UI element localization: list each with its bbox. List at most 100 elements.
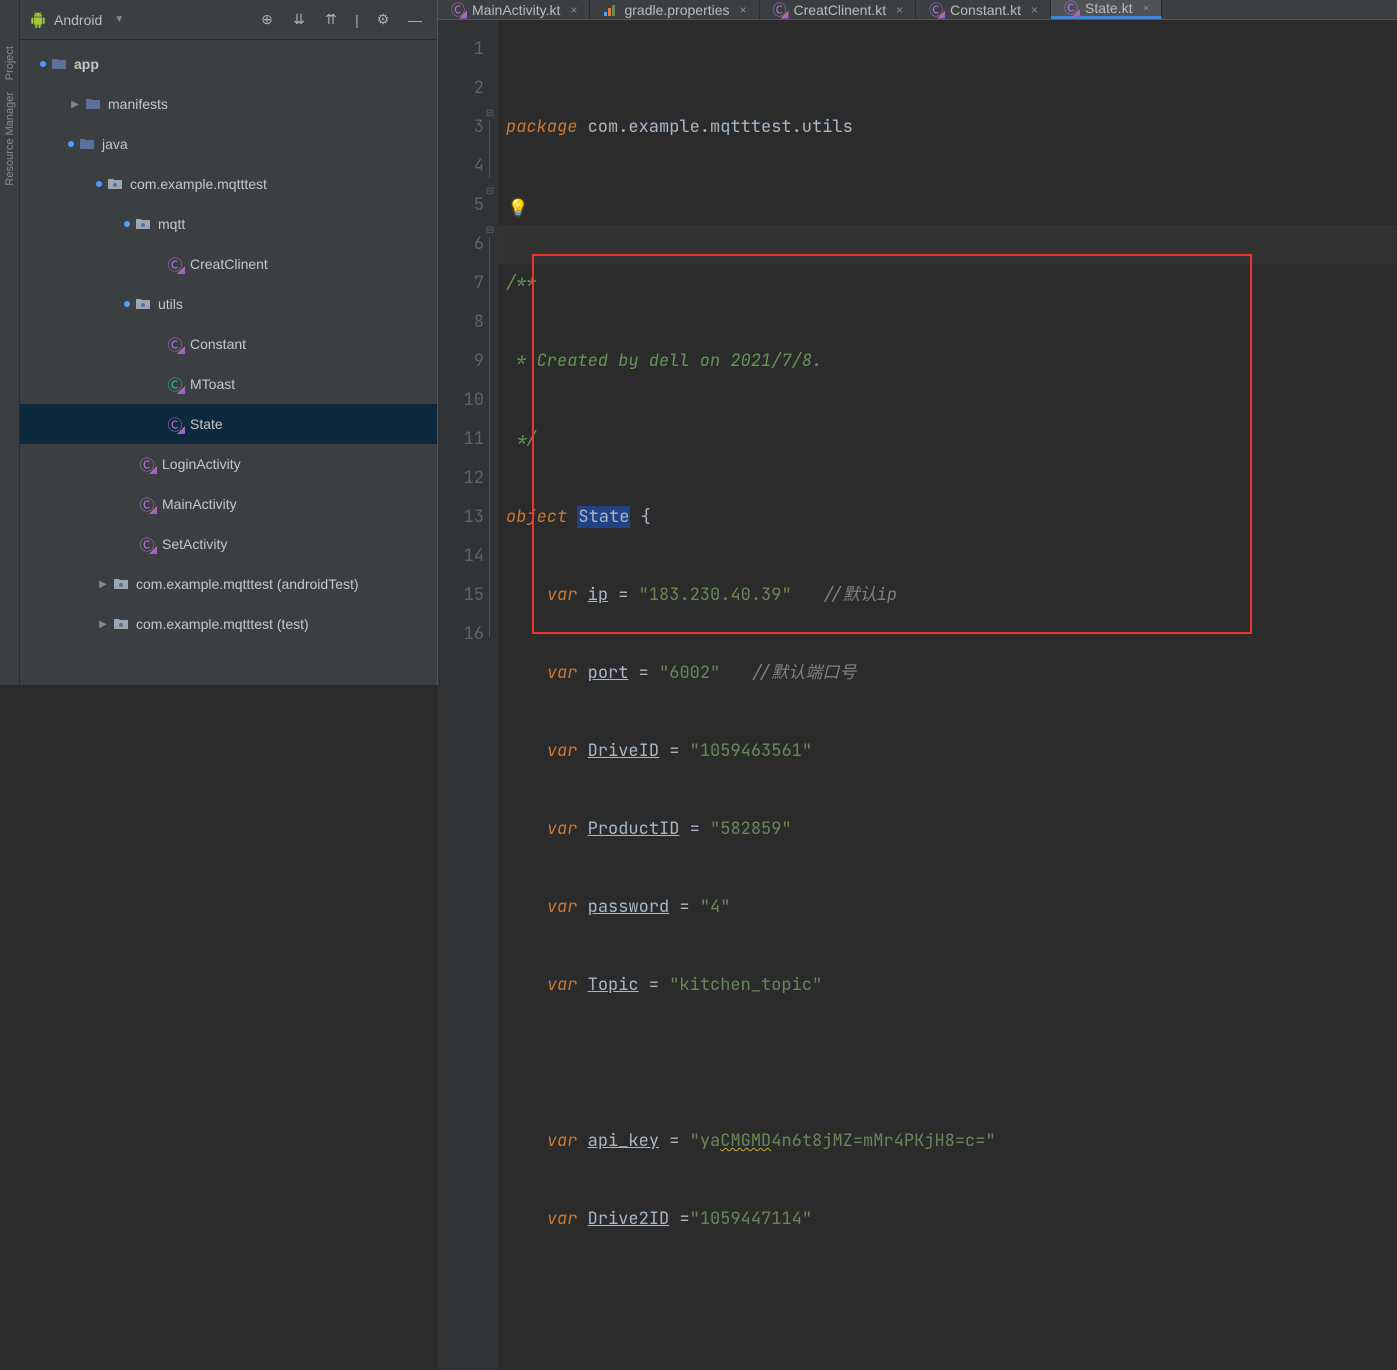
- package-icon: [106, 175, 124, 193]
- android-icon: [30, 12, 46, 28]
- close-icon[interactable]: ×: [1031, 3, 1038, 17]
- line-number: 8: [438, 303, 484, 342]
- node-label: State: [190, 416, 223, 432]
- node-label: Constant: [190, 336, 246, 352]
- line-number: 11: [438, 420, 484, 459]
- project-panel: Android ▼ ⊕ ⇊ ⇈ | ⚙ — app ▶ manifests: [20, 0, 438, 685]
- tree-node-mqtt[interactable]: mqtt: [20, 204, 437, 244]
- tree-node-java[interactable]: java: [20, 124, 437, 164]
- node-label: MToast: [190, 376, 235, 392]
- tab-label: MainActivity.kt: [472, 2, 560, 18]
- properties-file-icon: [602, 2, 618, 18]
- line-number: 14: [438, 537, 484, 576]
- tree-node-utils[interactable]: utils: [20, 284, 437, 324]
- expand-all-icon[interactable]: ⇊: [287, 8, 311, 32]
- kotlin-file-icon: Ⓒ: [928, 2, 944, 18]
- tab-creatclinent[interactable]: Ⓒ CreatClinent.kt ×: [760, 0, 917, 19]
- editor-tabs: Ⓒ MainActivity.kt × gradle.properties × …: [438, 0, 1397, 20]
- kotlin-class-icon: Ⓒ: [138, 535, 156, 553]
- left-tool-rail: Project Resource Manager: [0, 0, 20, 685]
- line-number: 4: [438, 147, 484, 186]
- select-opened-file-icon[interactable]: ⊕: [255, 8, 279, 32]
- node-label: manifests: [108, 96, 168, 112]
- tree-node-mainactivity[interactable]: Ⓒ MainActivity: [20, 484, 437, 524]
- node-label: mqtt: [158, 216, 185, 232]
- line-number: 15: [438, 576, 484, 615]
- node-label: utils: [158, 296, 183, 312]
- tree-node-mtoast[interactable]: Ⓒ MToast: [20, 364, 437, 404]
- gear-icon[interactable]: ⚙: [371, 8, 395, 32]
- line-number: 7: [438, 264, 484, 303]
- folder-icon: [84, 95, 102, 113]
- tab-label: CreatClinent.kt: [794, 2, 887, 18]
- vcs-dot-icon: [68, 141, 74, 147]
- rail-tab-resource-manager[interactable]: Resource Manager: [2, 86, 18, 192]
- line-number: 9: [438, 342, 484, 381]
- close-icon[interactable]: ×: [570, 3, 577, 17]
- line-number: 1: [438, 30, 484, 69]
- tree-node-manifests[interactable]: ▶ manifests: [20, 84, 437, 124]
- kotlin-class-icon: Ⓒ: [166, 255, 184, 273]
- tree-node-constant[interactable]: Ⓒ Constant: [20, 324, 437, 364]
- kotlin-file-icon: Ⓒ: [1063, 0, 1079, 16]
- tab-state[interactable]: Ⓒ State.kt ×: [1051, 0, 1162, 19]
- kotlin-class-icon: Ⓒ: [166, 375, 184, 393]
- package-icon: [134, 215, 152, 233]
- close-icon[interactable]: ×: [896, 3, 903, 17]
- tree-node-setactivity[interactable]: Ⓒ SetActivity: [20, 524, 437, 564]
- project-tree: app ▶ manifests java com.example.mqtttes…: [20, 40, 437, 685]
- chevron-right-icon: ▶: [96, 577, 110, 591]
- tab-label: gradle.properties: [624, 2, 729, 18]
- line-number: 16: [438, 615, 484, 654]
- vcs-dot-icon: [96, 181, 102, 187]
- rail-tab-project[interactable]: Project: [2, 40, 18, 86]
- vcs-dot-icon: [124, 221, 130, 227]
- tree-node-creatclinent[interactable]: Ⓒ CreatClinent: [20, 244, 437, 284]
- line-number: 13: [438, 498, 484, 537]
- package-icon: [134, 295, 152, 313]
- node-label: SetActivity: [162, 536, 227, 552]
- tree-node-app[interactable]: app: [20, 44, 437, 84]
- tree-node-pkg-main[interactable]: com.example.mqtttest: [20, 164, 437, 204]
- close-icon[interactable]: ×: [1142, 1, 1149, 15]
- kotlin-class-icon: Ⓒ: [166, 415, 184, 433]
- collapse-all-icon[interactable]: ⇈: [319, 8, 343, 32]
- kotlin-file-icon: Ⓒ: [772, 2, 788, 18]
- tab-gradle-properties[interactable]: gradle.properties ×: [590, 0, 759, 19]
- line-number: 12: [438, 459, 484, 498]
- line-number: 10: [438, 381, 484, 420]
- tree-node-pkg-androidtest[interactable]: ▶ com.example.mqtttest (androidTest): [20, 564, 437, 604]
- fold-icon[interactable]: ⊟: [484, 106, 496, 118]
- vcs-dot-icon: [40, 61, 46, 67]
- editor-area: Ⓒ MainActivity.kt × gradle.properties × …: [438, 0, 1397, 685]
- node-label: LoginActivity: [162, 456, 241, 472]
- code-editor[interactable]: 1 2 3 4 5 6 7 8 9 10 11 12 13 14 15 16 ⊟…: [438, 20, 1397, 1370]
- tree-node-loginactivity[interactable]: Ⓒ LoginActivity: [20, 444, 437, 484]
- line-number: 6: [438, 225, 484, 264]
- fold-icon[interactable]: ⊟: [484, 223, 496, 235]
- line-gutter: 1 2 3 4 5 6 7 8 9 10 11 12 13 14 15 16 ⊟…: [438, 20, 498, 1370]
- chevron-down-icon[interactable]: ▼: [114, 14, 124, 25]
- line-number: 2: [438, 69, 484, 108]
- close-icon[interactable]: ×: [740, 3, 747, 17]
- tab-label: State.kt: [1085, 0, 1132, 16]
- folder-icon: [78, 135, 96, 153]
- code-content[interactable]: package com.example.mqtttest.utils /** *…: [498, 20, 1397, 1370]
- chevron-right-icon: ▶: [68, 97, 82, 111]
- tree-node-pkg-test[interactable]: ▶ com.example.mqtttest (test): [20, 604, 437, 644]
- hide-panel-icon[interactable]: —: [403, 8, 427, 32]
- fold-end-icon: ⊟: [484, 184, 496, 196]
- tree-node-state[interactable]: Ⓒ State: [20, 404, 437, 444]
- node-label: java: [102, 136, 128, 152]
- kotlin-class-icon: Ⓒ: [166, 335, 184, 353]
- tab-constant[interactable]: Ⓒ Constant.kt ×: [916, 0, 1051, 19]
- node-label: com.example.mqtttest (androidTest): [136, 576, 359, 592]
- tab-mainactivity[interactable]: Ⓒ MainActivity.kt ×: [438, 0, 590, 19]
- kotlin-class-icon: Ⓒ: [138, 495, 156, 513]
- module-icon: [50, 55, 68, 73]
- project-panel-header: Android ▼ ⊕ ⇊ ⇈ | ⚙ —: [20, 0, 437, 40]
- panel-title[interactable]: Android: [54, 12, 102, 28]
- chevron-right-icon: ▶: [96, 617, 110, 631]
- node-label: com.example.mqtttest (test): [136, 616, 309, 632]
- node-label: MainActivity: [162, 496, 237, 512]
